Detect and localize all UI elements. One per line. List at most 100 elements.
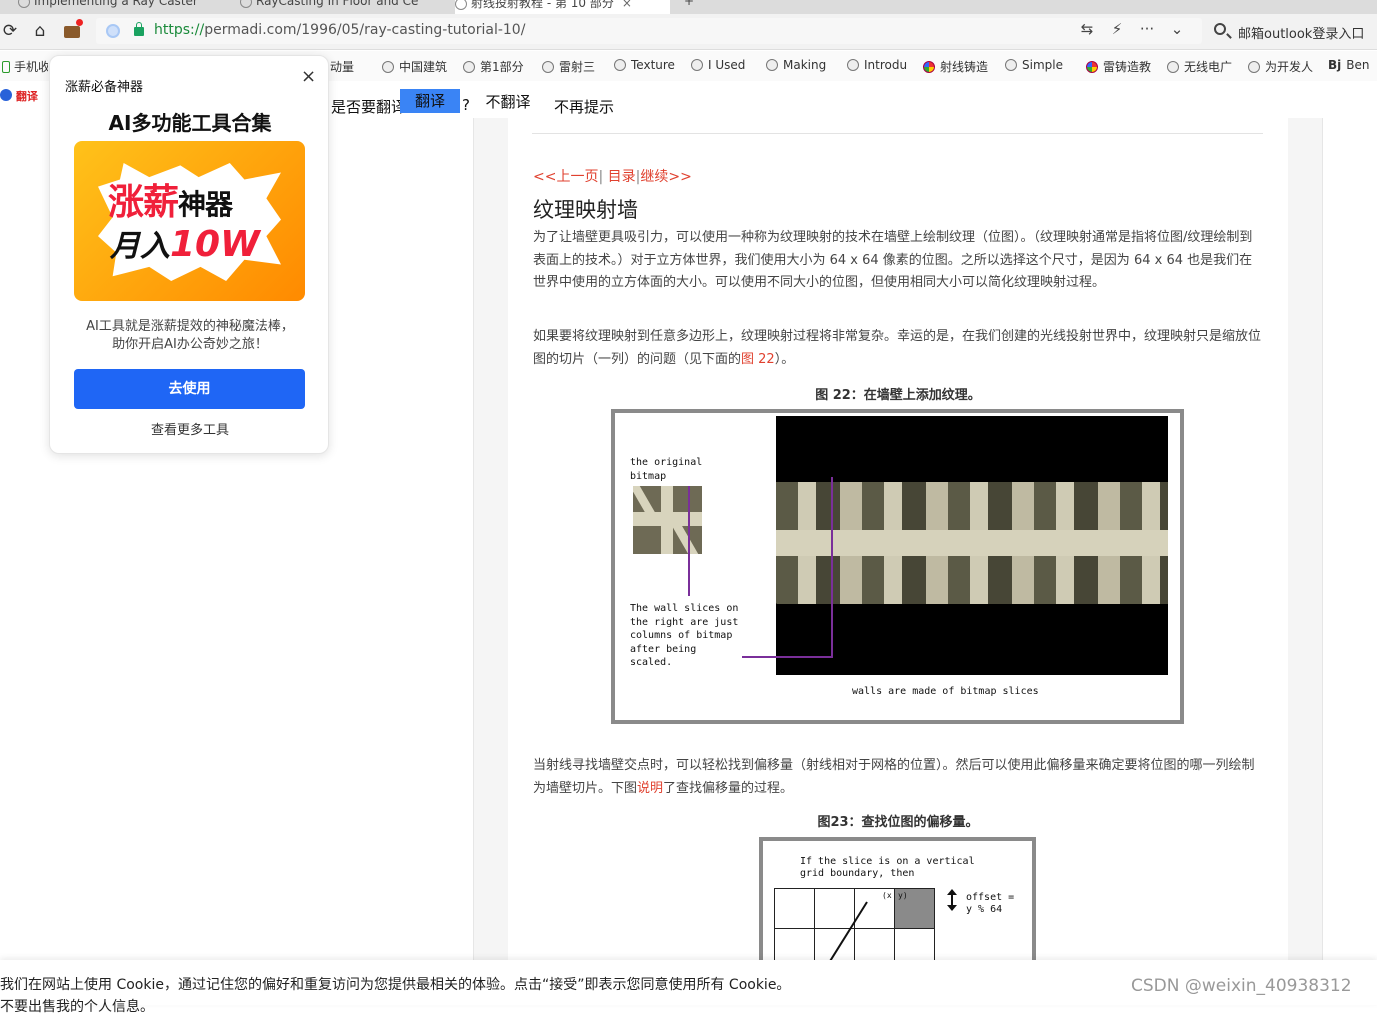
popup-title: AI多功能工具合集	[108, 111, 272, 135]
toolbox-extension-icon[interactable]	[62, 19, 83, 41]
tab-raycasting-floor[interactable]: RayCasting In Floor and Ce	[240, 0, 452, 14]
paragraph-2: 如果要将纹理映射到任意多边形上，纹理映射过程将非常复杂。幸运的是，在我们创建的光…	[533, 329, 1262, 367]
original-bitmap-image	[633, 486, 702, 554]
search-box[interactable]: 邮箱outlook登录入口	[1206, 18, 1377, 44]
globe-icon	[463, 61, 475, 73]
cookie-banner: 我们在网站上使用 Cookie，通过记住您的偏好和重复访问为您提供最相关的体验。…	[0, 960, 1377, 1015]
bookmark-item[interactable]: 雷铸造教	[1086, 58, 1154, 75]
page-nav-links: <<上一页| 目录|继续>>	[533, 169, 692, 185]
home-icon[interactable]: ⌂	[30, 21, 50, 41]
figure-label: walls are made of bitmap slices	[852, 686, 1039, 697]
flower-icon	[923, 61, 935, 73]
tab-label: 射线投射教程 - 第 10 部分	[471, 0, 614, 10]
baidu-translate-logo: 翻译	[0, 88, 50, 112]
a-site-icon	[614, 59, 626, 71]
figure-22-image: the original bitmap The wall slices on t…	[611, 409, 1184, 724]
pointer-line	[831, 477, 833, 657]
flower-icon	[1086, 61, 1098, 73]
tab-ray-casting-tutorial-10[interactable]: 射线投射教程 - 第 10 部分 ×	[455, 0, 670, 14]
bookmark-item[interactable]: Simple	[1005, 58, 1073, 72]
section-title: 纹理映射墙	[533, 198, 638, 222]
search-text: 邮箱outlook登录入口	[1238, 27, 1365, 42]
page-gutter-right	[1288, 118, 1323, 960]
bookmark-item[interactable]: Bj Ben	[1328, 58, 1377, 72]
new-tab-button[interactable]: +	[684, 0, 704, 14]
popup-description: AI工具就是涨薪提效的神秘魔法棒， 助你开启AI办公奇妙之旅！	[86, 319, 294, 352]
figure-label: offset = y % 64	[966, 892, 1015, 915]
offset-arrow	[947, 889, 957, 911]
bookmark-item[interactable]: 第1部分	[463, 58, 531, 75]
a-site-icon	[847, 59, 859, 71]
globe-icon	[542, 61, 554, 73]
illustration-link[interactable]: 说明	[637, 781, 663, 796]
bookmark-item[interactable]: I Used	[691, 58, 751, 72]
translate-button[interactable]: 翻译	[400, 89, 460, 113]
toolbar-buttons: ⇆ ⚡ ··· ⌄	[1072, 20, 1192, 38]
chevron-down-icon[interactable]: ⌄	[1162, 20, 1192, 38]
next-page-link[interactable]: 继续>>	[640, 169, 691, 185]
bookmark-item[interactable]: Texture	[614, 58, 676, 72]
figure-label: The wall slices on the right are just co…	[630, 603, 739, 668]
divider	[532, 133, 1263, 134]
lightning-icon[interactable]: ⚡	[1102, 20, 1132, 38]
figure-23-image: If the slice is on a vertical grid bound…	[759, 837, 1036, 960]
bookmark-item[interactable]: 为开发人	[1248, 58, 1316, 75]
page-gutter-left	[473, 118, 508, 960]
close-tab-icon[interactable]: ×	[622, 0, 632, 10]
figure-label: the original bitmap	[630, 457, 703, 482]
bookmark-item[interactable]: 手机收	[2, 58, 48, 75]
popup-banner-image[interactable]: 涨薪神器 月入10W	[74, 141, 305, 301]
figure-label: (x	[882, 891, 892, 900]
paragraph-1: 为了让墙壁更具吸引力，可以使用一种称为纹理映射的技术在墙壁上绘制纹理（位图）。（…	[533, 230, 1253, 290]
bookmark-item[interactable]: 射线铸造	[923, 58, 993, 75]
tab-label: RayCasting In Floor and Ce	[256, 0, 419, 8]
ai-tools-popup: 涨薪必备神器 × AI多功能工具合集 涨薪神器 月入10W AI工具就是涨薪提效…	[49, 55, 329, 454]
reload-icon[interactable]: ⟳	[0, 21, 20, 41]
do-not-sell-link[interactable]: 不要出售我的个人信息。	[0, 996, 154, 1016]
pointer-line	[688, 486, 690, 596]
site-shield-icon[interactable]	[106, 24, 120, 38]
bookmark-item[interactable]: 雷射三	[542, 58, 602, 75]
bj-icon: Bj	[1328, 58, 1342, 72]
grid-diagram: (x y)	[774, 888, 938, 960]
toc-link[interactable]: 目录	[608, 169, 636, 185]
paragraph-3: 当射线寻找墙壁交点时，可以轻松找到偏移量（射线相对于网格的位置）。然后可以使用此…	[533, 758, 1255, 796]
more-icon[interactable]: ···	[1132, 20, 1162, 38]
lock-icon[interactable]	[134, 22, 144, 36]
popup-header: 涨薪必备神器	[65, 80, 144, 95]
bookmark-item[interactable]: Making	[766, 58, 832, 72]
globe-icon	[240, 0, 252, 8]
bookmark-item[interactable]: 中国建筑	[382, 58, 450, 75]
tab-implementing-ray-caster[interactable]: Implementing a Ray Caster	[18, 0, 228, 14]
more-tools-link[interactable]: 查看更多工具	[50, 419, 330, 438]
globe-icon	[1167, 61, 1179, 73]
question-mark: ?	[462, 96, 470, 114]
paw-icon	[0, 89, 12, 101]
dont-translate-button[interactable]: 不翻译	[472, 89, 544, 115]
a-site-icon	[691, 59, 703, 71]
prev-page-link[interactable]: <<上一页	[533, 169, 598, 185]
url-field[interactable]: https://permadi.com/1996/05/ray-casting-…	[96, 18, 1202, 44]
csdn-watermark: CSDN @weixin_40938312	[1131, 976, 1352, 996]
figure-22-caption: 图 22：在墙壁上添加纹理。	[815, 388, 981, 403]
figure-label: If the slice is on a vertical grid bound…	[800, 856, 975, 879]
a-site-icon	[766, 59, 778, 71]
use-now-button[interactable]: 去使用	[74, 369, 305, 409]
tab-label: Implementing a Ray Caster	[34, 0, 198, 8]
bookmark-item[interactable]: Introdu	[847, 58, 911, 72]
cookie-notice: 我们在网站上使用 Cookie，通过记住您的偏好和重复访问为您提供最相关的体验。…	[0, 977, 791, 993]
site-icon	[455, 0, 467, 10]
never-prompt-button[interactable]: 不再提示	[554, 96, 614, 117]
figure-23-caption: 图23：查找位图的偏移量。	[817, 815, 979, 830]
figure-label: y)	[898, 891, 908, 900]
url-text: https://permadi.com/1996/05/ray-casting-…	[154, 22, 526, 38]
globe-icon	[382, 61, 394, 73]
bookmark-item[interactable]: 无线电广	[1167, 58, 1235, 75]
bookmark-item[interactable]: 动量	[330, 58, 370, 75]
textured-wall-image	[776, 416, 1168, 675]
translate-icon[interactable]: ⇆	[1072, 20, 1102, 38]
address-bar-row: ⟳ ⌂ https://permadi.com/1996/05/ray-cast…	[0, 14, 1377, 50]
close-icon[interactable]: ×	[301, 66, 316, 87]
pointer-line	[742, 656, 833, 658]
figure-22-link[interactable]: 图 22	[741, 352, 775, 367]
